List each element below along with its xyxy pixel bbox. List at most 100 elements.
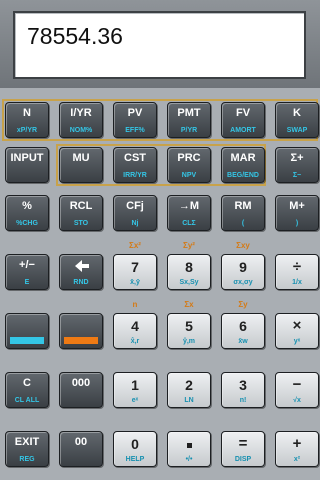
n-key[interactable]: NxP/YR <box>5 102 49 138</box>
change-sign-key[interactable]: +/− E <box>5 254 49 290</box>
exit-key[interactable]: EXIT REG <box>5 431 49 467</box>
key-label: M+ <box>289 200 305 212</box>
sigma-plus-key[interactable]: Σ+ Σ− <box>275 147 319 183</box>
key-shift-label: DISP <box>234 456 252 463</box>
i-yr-key[interactable]: I/YR NOM% <box>59 102 103 138</box>
add-key[interactable]: + x² <box>275 431 319 467</box>
key-label: →M <box>178 200 200 212</box>
key-shift-label: IRR/YR <box>123 172 147 179</box>
input-key[interactable]: INPUT <box>5 147 49 183</box>
digit-3-key[interactable]: 3 n! <box>221 372 265 408</box>
key-label: 1 <box>131 377 139 393</box>
key-label: FV <box>235 107 251 119</box>
key-shift-label: LN <box>184 397 194 404</box>
cfj-key[interactable]: CFj Nj <box>113 195 157 231</box>
key-label: 00 <box>74 436 88 448</box>
mar-key[interactable]: MAR BEG/END <box>221 147 265 183</box>
key-label: 5 <box>185 318 193 334</box>
key-shift-label: ŷ,m <box>182 338 196 345</box>
key-label: 6 <box>239 318 247 334</box>
backspace-arrow-icon <box>75 260 89 272</box>
key-label: RM <box>234 200 252 212</box>
key-shift-label: CLΣ <box>182 220 196 227</box>
shift-color-swatch <box>10 337 44 344</box>
key-label: ÷ <box>292 258 302 275</box>
key-label: PMT <box>177 107 201 119</box>
key-label: MAR <box>230 152 256 164</box>
digit-7-key[interactable]: 7 x̄,ȳ <box>113 254 157 290</box>
double-zero-key[interactable]: 00 <box>59 431 103 467</box>
to-m-key[interactable]: →M CLΣ <box>167 195 211 231</box>
key-label: 9 <box>239 259 247 275</box>
digit-0-key[interactable]: 0 HELP <box>113 431 157 467</box>
digit-4-key[interactable]: 4 x̂,r <box>113 313 157 349</box>
percent-key[interactable]: % %CHG <box>5 195 49 231</box>
key-label: K <box>293 107 301 119</box>
key-label: + <box>292 435 302 452</box>
key-alt-label: Σx <box>184 300 194 309</box>
cyan-shift-key[interactable] <box>5 313 49 349</box>
decimal-point-icon <box>187 443 192 448</box>
key-shift-label: NOM% <box>69 127 93 134</box>
prc-key[interactable]: PRC NPV <box>167 147 211 183</box>
m-plus-key[interactable]: M+) <box>275 195 319 231</box>
multiply-key[interactable]: × yˣ <box>275 313 319 349</box>
mu-key[interactable]: MU <box>59 147 103 183</box>
key-label: 4 <box>131 318 139 334</box>
digit-2-key[interactable]: 2 LN <box>167 372 211 408</box>
key-shift-label: ) <box>295 220 299 227</box>
cst-key[interactable]: CST IRR/YR <box>113 147 157 183</box>
key-shift-label: REG <box>19 456 35 463</box>
rm-key[interactable]: RM ( <box>221 195 265 231</box>
pmt-key[interactable]: PMT P/YR <box>167 102 211 138</box>
fv-key[interactable]: FV AMORT <box>221 102 265 138</box>
key-label: 3 <box>239 377 247 393</box>
triple-zero-key[interactable]: 000 <box>59 372 103 408</box>
key-alt-label: Σx² <box>129 241 141 250</box>
key-alt-label: Σxy <box>236 241 250 250</box>
digit-9-key[interactable]: 9 σx,σy <box>221 254 265 290</box>
k-key[interactable]: K SWAP <box>275 102 319 138</box>
equals-key[interactable]: = DISP <box>221 431 265 467</box>
key-shift-label: xP/YR <box>16 127 38 134</box>
clear-key[interactable]: C CL ALL <box>5 372 49 408</box>
backspace-key[interactable]: RND <box>59 254 103 290</box>
digit-5-key[interactable]: 5 ŷ,m <box>167 313 211 349</box>
key-label: N <box>23 107 31 119</box>
key-alt-label: n <box>132 300 138 309</box>
rcl-key[interactable]: RCL STO <box>59 195 103 231</box>
key-shift-label: eˣ <box>131 397 139 404</box>
digit-6-key[interactable]: 6 x̄w <box>221 313 265 349</box>
key-label: = <box>238 435 248 452</box>
key-shift-label: EFF% <box>125 127 145 134</box>
orange-shift-key[interactable] <box>59 313 103 349</box>
key-shift-label: x̂,r <box>130 338 140 345</box>
display-bezel: 78554.36 <box>0 0 320 88</box>
digit-1-key[interactable]: 1 eˣ <box>113 372 157 408</box>
key-label: I/YR <box>70 107 92 119</box>
key-label: % <box>22 200 32 212</box>
decimal-key[interactable]: •/• <box>167 431 211 467</box>
digit-8-key[interactable]: 8 Sx,Sy <box>167 254 211 290</box>
key-shift-label: x² <box>293 456 301 463</box>
key-alt-label: Σy <box>238 300 248 309</box>
key-shift-label: P/YR <box>180 127 198 134</box>
key-shift-label: STO <box>73 220 89 227</box>
key-shift-label: yˣ <box>293 338 301 345</box>
key-label: 2 <box>185 377 193 393</box>
key-label: EXIT <box>14 436 40 448</box>
key-shift-label: •/• <box>185 456 193 463</box>
key-shift-label: x̄,ȳ <box>130 279 140 286</box>
calculator-display: 78554.36 <box>13 11 306 79</box>
display-value: 78554.36 <box>27 23 123 49</box>
key-label: 000 <box>71 377 91 389</box>
key-shift-label: Σ− <box>292 172 302 179</box>
key-label: 7 <box>131 259 139 275</box>
key-shift-label: E <box>24 279 30 286</box>
divide-key[interactable]: ÷ 1/x <box>275 254 319 290</box>
key-label: × <box>292 317 302 334</box>
key-shift-label: σx,σy <box>233 279 253 286</box>
pv-key[interactable]: PV EFF% <box>113 102 157 138</box>
key-shift-label: NPV <box>181 172 197 179</box>
subtract-key[interactable]: − √x <box>275 372 319 408</box>
